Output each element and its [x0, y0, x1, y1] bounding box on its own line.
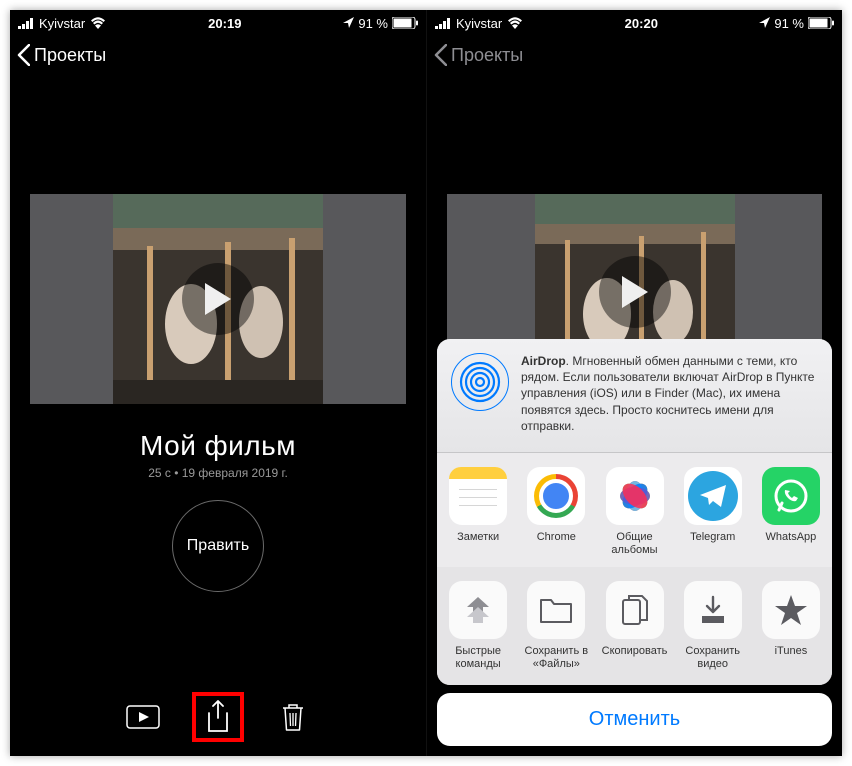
notes-icon: [449, 467, 507, 525]
location-icon: [343, 16, 354, 31]
telegram-icon: [684, 467, 742, 525]
action-save-video[interactable]: Сохранить видео: [674, 577, 752, 675]
wifi-icon: [507, 17, 523, 29]
project-meta: 25 с • 19 февраля 2019 г.: [10, 466, 426, 480]
delete-button[interactable]: [270, 694, 316, 740]
phone-left-screen: Kyivstar 20:19 91 % Проекты: [10, 10, 426, 756]
share-button[interactable]: [192, 692, 244, 742]
clock-label: 20:20: [625, 16, 658, 31]
share-apps-row: Заметки Chrome Общие альбомы Te: [437, 453, 832, 567]
carrier-label: Kyivstar: [39, 16, 85, 31]
share-actions-row: Быстрые команды Сохранить в «Файлы» Скоп…: [437, 567, 832, 685]
wifi-icon: [90, 17, 106, 29]
airdrop-section[interactable]: AirDrop. Мгновенный обмен данными с теми…: [437, 339, 832, 453]
nav-bar: Проекты: [10, 36, 426, 74]
play-movie-button[interactable]: [120, 694, 166, 740]
battery-icon: [392, 17, 418, 29]
action-shortcuts[interactable]: Быстрые команды: [439, 577, 517, 675]
action-save-files[interactable]: Сохранить в «Файлы»: [517, 577, 595, 675]
bottom-toolbar: [10, 692, 426, 742]
shortcuts-icon: [449, 581, 507, 639]
whatsapp-icon: [762, 467, 820, 525]
airdrop-icon: [451, 353, 509, 411]
signal-icon: [435, 18, 451, 29]
nav-back-label[interactable]: Проекты: [34, 45, 106, 66]
nav-bar: Проекты: [427, 36, 842, 74]
project-title: Мой фильм: [10, 430, 426, 462]
download-icon: [684, 581, 742, 639]
battery-icon: [808, 17, 834, 29]
play-icon[interactable]: [182, 263, 254, 335]
location-icon: [759, 16, 770, 31]
share-app-chrome[interactable]: Chrome: [517, 463, 595, 561]
airdrop-text: AirDrop. Мгновенный обмен данными с теми…: [521, 353, 818, 434]
action-itunes[interactable]: iTunes: [752, 577, 830, 675]
share-app-telegram[interactable]: Telegram: [674, 463, 752, 561]
play-icon: [599, 256, 671, 328]
battery-percent: 91 %: [358, 16, 388, 31]
carrier-label: Kyivstar: [456, 16, 502, 31]
share-app-notes[interactable]: Заметки: [439, 463, 517, 561]
nav-back-label: Проекты: [451, 45, 523, 66]
action-copy[interactable]: Скопировать: [595, 577, 673, 675]
back-chevron-icon: [431, 40, 449, 70]
video-preview[interactable]: [30, 194, 406, 404]
folder-icon: [527, 581, 585, 639]
share-sheet: AirDrop. Мгновенный обмен данными с теми…: [437, 339, 832, 746]
back-chevron-icon[interactable]: [14, 40, 32, 70]
edit-button[interactable]: Править: [172, 500, 264, 592]
signal-icon: [18, 18, 34, 29]
status-bar: Kyivstar 20:20 91 %: [427, 10, 842, 36]
edit-label: Править: [187, 537, 249, 555]
star-icon: [762, 581, 820, 639]
chrome-icon: [527, 467, 585, 525]
copy-icon: [606, 581, 664, 639]
share-app-whatsapp[interactable]: WhatsApp: [752, 463, 830, 561]
battery-percent: 91 %: [774, 16, 804, 31]
status-bar: Kyivstar 20:19 91 %: [10, 10, 426, 36]
cancel-button[interactable]: Отменить: [437, 693, 832, 746]
share-app-shared-albums[interactable]: Общие альбомы: [595, 463, 673, 561]
phone-right-screen: Kyivstar 20:20 91 % Проекты: [426, 10, 842, 756]
photos-icon: [606, 467, 664, 525]
clock-label: 20:19: [208, 16, 241, 31]
